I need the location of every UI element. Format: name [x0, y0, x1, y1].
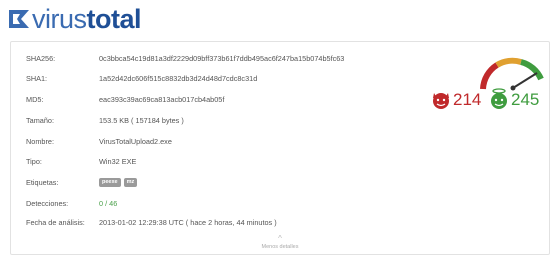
virustotal-logo-icon: [9, 10, 29, 28]
brand-name-part2: total: [86, 4, 142, 34]
tag-mz[interactable]: mz: [123, 178, 138, 187]
field-value: 0c3bbca54c19d81a3df2229d09bff373b61f7ddb…: [99, 54, 345, 63]
field-label: Tipo:: [26, 157, 42, 166]
bad-vote-count: 214: [453, 90, 482, 109]
field-value: eac393c39ac69ca813acb017cb4ab05f: [99, 95, 225, 104]
field-value: VirusTotalUpload2.exe: [99, 137, 172, 146]
angel-face-icon[interactable]: [488, 87, 510, 111]
field-label: MD5:: [26, 95, 44, 104]
brand-name-part1: virus: [32, 4, 87, 34]
field-value: 1a52d42dc606f515c8832db3d24d48d7cdc8c31d: [99, 74, 258, 83]
field-value: Win32 EXE: [99, 157, 137, 166]
field-label: Fecha de análisis:: [26, 218, 85, 227]
field-label: SHA1:: [26, 74, 48, 83]
detection-ratio: 0 / 46: [99, 199, 118, 208]
field-value: 153.5 KB ( 157184 bytes ): [99, 116, 184, 125]
field-label: SHA256:: [26, 54, 56, 63]
community-score: 214 245: [425, 57, 555, 117]
field-label: Nombre:: [26, 137, 54, 146]
field-label: Detecciones:: [26, 199, 69, 208]
virustotal-logo[interactable]: virustotal: [8, 4, 142, 34]
less-details-toggle[interactable]: ^ Menos detalles: [11, 235, 549, 251]
tag-list: peexe mz: [99, 178, 138, 187]
good-vote-count: 245: [511, 90, 540, 109]
file-info-panel: SHA256: 0c3bbca54c19d81a3df2229d09bff373…: [10, 41, 550, 255]
chevron-up-icon: ^: [278, 234, 282, 243]
field-value: 2013-01-02 12:29:38 UTC ( hace 2 horas, …: [99, 218, 277, 227]
devil-face-icon[interactable]: [430, 89, 452, 111]
brand-name: virustotal: [32, 4, 142, 34]
field-label: Tamaño:: [26, 116, 54, 125]
less-details-link[interactable]: Menos detalles: [11, 243, 549, 251]
tag-peexe[interactable]: peexe: [99, 178, 121, 187]
field-label: Etiquetas:: [26, 178, 59, 187]
